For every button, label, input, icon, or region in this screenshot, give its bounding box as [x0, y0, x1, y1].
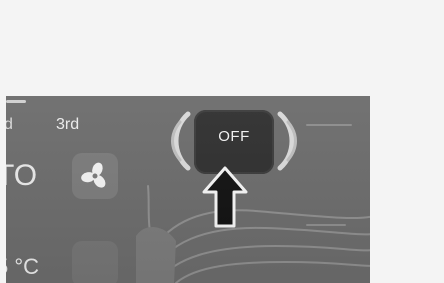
power-off-button[interactable]: OFF [194, 110, 274, 174]
divider-dash [306, 124, 352, 126]
arrow-up-pointer-icon [202, 166, 248, 228]
fan-icon [81, 162, 106, 188]
temperature-button[interactable] [72, 241, 118, 283]
temperature-label: 5 °C [6, 254, 40, 279]
mode-label-3rd[interactable]: 3rd [56, 116, 79, 134]
fan-button[interactable] [72, 153, 118, 199]
top-indicator-bar [6, 100, 26, 103]
mode-label-partial[interactable]: d [6, 116, 13, 134]
glow-left-icon [171, 111, 191, 171]
divider-dash [306, 224, 346, 226]
climate-control-screen: d 3rd TO 5 °C OFF [6, 96, 370, 283]
power-off-label: OFF [218, 128, 250, 145]
auto-label[interactable]: TO [6, 159, 37, 193]
glow-right-icon [277, 111, 297, 171]
